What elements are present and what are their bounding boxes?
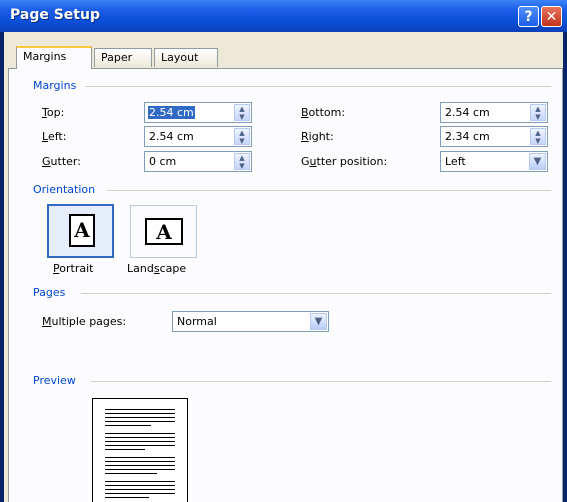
landscape-option[interactable]: A xyxy=(130,205,197,258)
preview-text-line xyxy=(105,469,175,470)
multiple-pages-select[interactable]: Normal ▼ xyxy=(172,311,329,332)
preview-text-line xyxy=(105,457,175,458)
right-margin-value: 2.34 cm xyxy=(445,130,490,143)
pages-group-divider xyxy=(81,293,551,294)
gutter-label: Gutter: xyxy=(42,155,81,168)
tab-margins-label: Margins xyxy=(23,50,67,63)
preview-page xyxy=(92,398,188,502)
preview-text-line xyxy=(105,417,175,418)
page-setup-window: Page Setup ? ✕ Margins Paper Layout Marg… xyxy=(0,0,567,502)
preview-text-line xyxy=(105,497,149,498)
preview-group-divider xyxy=(91,381,551,382)
tab-margins[interactable]: Margins xyxy=(16,46,92,69)
spin-arrows-icon[interactable]: ▲ ▼ xyxy=(234,128,250,145)
right-margin-label: Right: xyxy=(301,130,334,143)
portrait-option[interactable]: A xyxy=(47,204,114,258)
left-margin-input[interactable]: 2.54 cm ▲ ▼ xyxy=(144,126,252,147)
portrait-label: Portrait xyxy=(53,262,94,275)
right-margin-input[interactable]: 2.34 cm ▲ ▼ xyxy=(440,126,548,147)
preview-text-line xyxy=(105,489,175,490)
pages-group-label: Pages xyxy=(33,286,71,299)
multiple-pages-label: Multiple pages: xyxy=(42,315,127,328)
tab-paper[interactable]: Paper xyxy=(94,48,152,67)
tab-paper-label: Paper xyxy=(101,51,133,64)
preview-text-line xyxy=(105,421,175,422)
gutter-position-select[interactable]: Left ▼ xyxy=(440,151,548,172)
window-title: Page Setup xyxy=(10,7,100,23)
preview-text-line xyxy=(105,425,151,426)
gutter-position-label: Gutter position: xyxy=(301,155,388,168)
left-margin-label: Left: xyxy=(42,130,67,143)
bottom-margin-value: 2.54 cm xyxy=(445,106,490,119)
preview-text-line xyxy=(105,465,175,466)
gutter-value: 0 cm xyxy=(149,155,177,168)
spin-arrows-icon[interactable]: ▲ ▼ xyxy=(234,104,250,121)
tab-layout-label: Layout xyxy=(161,51,199,64)
help-button[interactable]: ? xyxy=(518,6,539,27)
multiple-pages-value: Normal xyxy=(177,315,217,328)
preview-text-line xyxy=(105,449,145,450)
bottom-margin-label: Bottom: xyxy=(301,106,346,119)
dialog-client-area: Margins Paper Layout Margins Top: 2.54 c… xyxy=(4,32,563,502)
preview-text-line xyxy=(105,481,175,482)
preview-text-line xyxy=(105,441,175,442)
margins-group-divider xyxy=(85,86,551,87)
top-margin-value: 2.54 cm xyxy=(148,106,195,119)
preview-text-line xyxy=(105,493,175,494)
preview-group-label: Preview xyxy=(33,374,81,387)
preview-text-line xyxy=(105,445,175,446)
landscape-page-icon: A xyxy=(145,218,183,245)
preview-text-line xyxy=(105,473,157,474)
left-margin-value: 2.54 cm xyxy=(149,130,194,143)
gutter-position-value: Left xyxy=(445,155,466,168)
preview-text-line xyxy=(105,409,175,410)
close-icon: ✕ xyxy=(545,9,558,25)
landscape-label: Landscape xyxy=(127,262,187,275)
spin-arrows-icon[interactable]: ▲ ▼ xyxy=(530,128,546,145)
chevron-down-icon[interactable]: ▼ xyxy=(529,153,546,170)
top-margin-input[interactable]: 2.54 cm ▲ ▼ xyxy=(144,102,252,123)
preview-text-line xyxy=(105,433,175,434)
help-icon: ? xyxy=(524,9,533,25)
bottom-margin-input[interactable]: 2.54 cm ▲ ▼ xyxy=(440,102,548,123)
preview-text-line xyxy=(105,485,175,486)
preview-text-line xyxy=(105,461,175,462)
chevron-down-icon[interactable]: ▼ xyxy=(310,313,327,330)
preview-text-line xyxy=(105,437,175,438)
orientation-group-label: Orientation xyxy=(33,183,101,196)
gutter-input[interactable]: 0 cm ▲ ▼ xyxy=(144,151,252,172)
tab-layout[interactable]: Layout xyxy=(154,48,218,67)
preview-text-line xyxy=(105,413,175,414)
margins-group-label: Margins xyxy=(33,79,82,92)
spin-arrows-icon[interactable]: ▲ ▼ xyxy=(530,104,546,121)
orientation-group-divider xyxy=(107,190,551,191)
close-button[interactable]: ✕ xyxy=(541,6,562,27)
portrait-page-icon: A xyxy=(69,214,95,247)
title-bar[interactable]: Page Setup ? ✕ xyxy=(0,0,567,32)
top-margin-label: Top: xyxy=(42,106,65,119)
spin-arrows-icon[interactable]: ▲ ▼ xyxy=(234,153,250,170)
